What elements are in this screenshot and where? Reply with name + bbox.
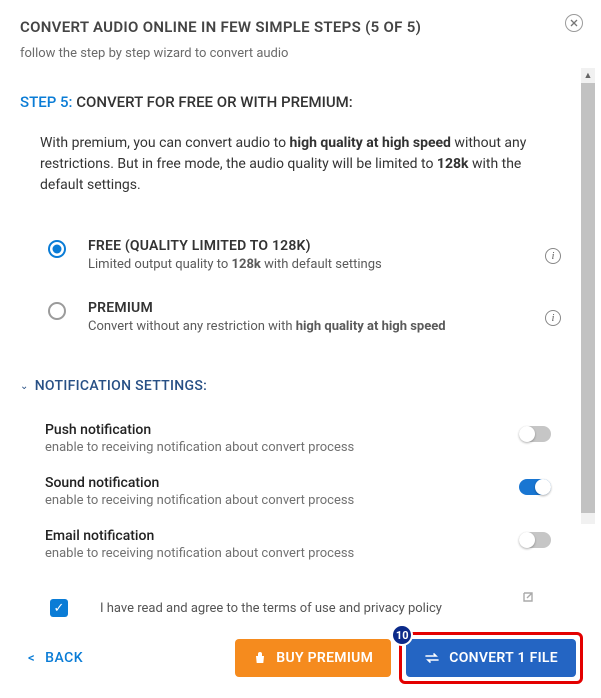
info-icon[interactable]: i [545, 248, 561, 264]
plan-free-title: FREE (QUALITY LIMITED TO 128K) [88, 238, 535, 254]
chevron-left-icon: < [28, 651, 35, 666]
setting-title: Sound notification [45, 475, 519, 491]
convert-button[interactable]: CONVERT 1 FILE [406, 639, 576, 677]
dialog-footer: < BACK BUY PREMIUM 10 CONVERT 1 FILE [0, 620, 601, 698]
toggle-email[interactable] [519, 532, 551, 548]
convert-highlight-box: 10 CONVERT 1 FILE [399, 632, 583, 684]
setting-title: Push notification [45, 422, 519, 438]
plan-option-premium[interactable]: PREMIUM Convert without any restriction … [20, 286, 581, 348]
terms-text: I have read and agree to the terms of us… [100, 601, 442, 616]
plan-premium-title: PREMIUM [88, 300, 535, 316]
plan-premium-desc: Convert without any restriction with hig… [88, 319, 535, 334]
setting-desc: enable to receiving notification about c… [45, 440, 519, 455]
setting-sound-notification: Sound notification enable to receiving n… [20, 465, 581, 518]
close-icon [570, 19, 578, 27]
radio-button-premium[interactable] [48, 302, 66, 320]
notifications-section-header[interactable]: ⌄ NOTIFICATION SETTINGS: [20, 378, 581, 394]
toggle-sound[interactable] [519, 479, 551, 495]
plan-option-free[interactable]: FREE (QUALITY LIMITED TO 128K) Limited o… [20, 224, 581, 286]
dialog-subtitle: follow the step by step wizard to conver… [20, 46, 581, 61]
plan-radio-group: FREE (QUALITY LIMITED TO 128K) Limited o… [20, 224, 581, 348]
terms-checkbox[interactable]: ✓ [50, 599, 68, 617]
radio-button-free[interactable] [48, 240, 66, 258]
setting-desc: enable to receiving notification about c… [45, 493, 519, 508]
buy-premium-button[interactable]: BUY PREMIUM [235, 639, 391, 677]
terms-row: ✓ I have read and agree to the terms of … [20, 571, 581, 617]
scrollbar-thumb[interactable] [581, 83, 595, 513]
step-description: With premium, you can convert audio to h… [20, 133, 581, 196]
setting-desc: enable to receiving notification about c… [45, 546, 519, 561]
main-content: STEP 5: CONVERT FOR FREE OR WITH PREMIUM… [0, 69, 601, 624]
plan-free-desc: Limited output quality to 128k with defa… [88, 257, 535, 272]
info-icon[interactable]: i [545, 310, 561, 326]
toggle-push[interactable] [519, 426, 551, 442]
scrollbar-up-icon[interactable]: ▲ [581, 68, 595, 82]
dialog-title: CONVERT AUDIO ONLINE IN FEW SIMPLE STEPS… [20, 18, 581, 36]
close-button[interactable] [565, 14, 583, 32]
back-button[interactable]: < BACK [18, 644, 93, 672]
step-heading: STEP 5: CONVERT FOR FREE OR WITH PREMIUM… [20, 93, 581, 111]
setting-email-notification: Email notification enable to receiving n… [20, 518, 581, 571]
step-number: STEP 5: [20, 93, 76, 111]
swap-icon [424, 652, 440, 664]
setting-push-notification: Push notification enable to receiving no… [20, 412, 581, 465]
setting-title: Email notification [45, 528, 519, 544]
external-link-icon[interactable] [520, 589, 536, 609]
chevron-down-icon: ⌄ [20, 381, 29, 392]
bag-icon [253, 651, 267, 665]
